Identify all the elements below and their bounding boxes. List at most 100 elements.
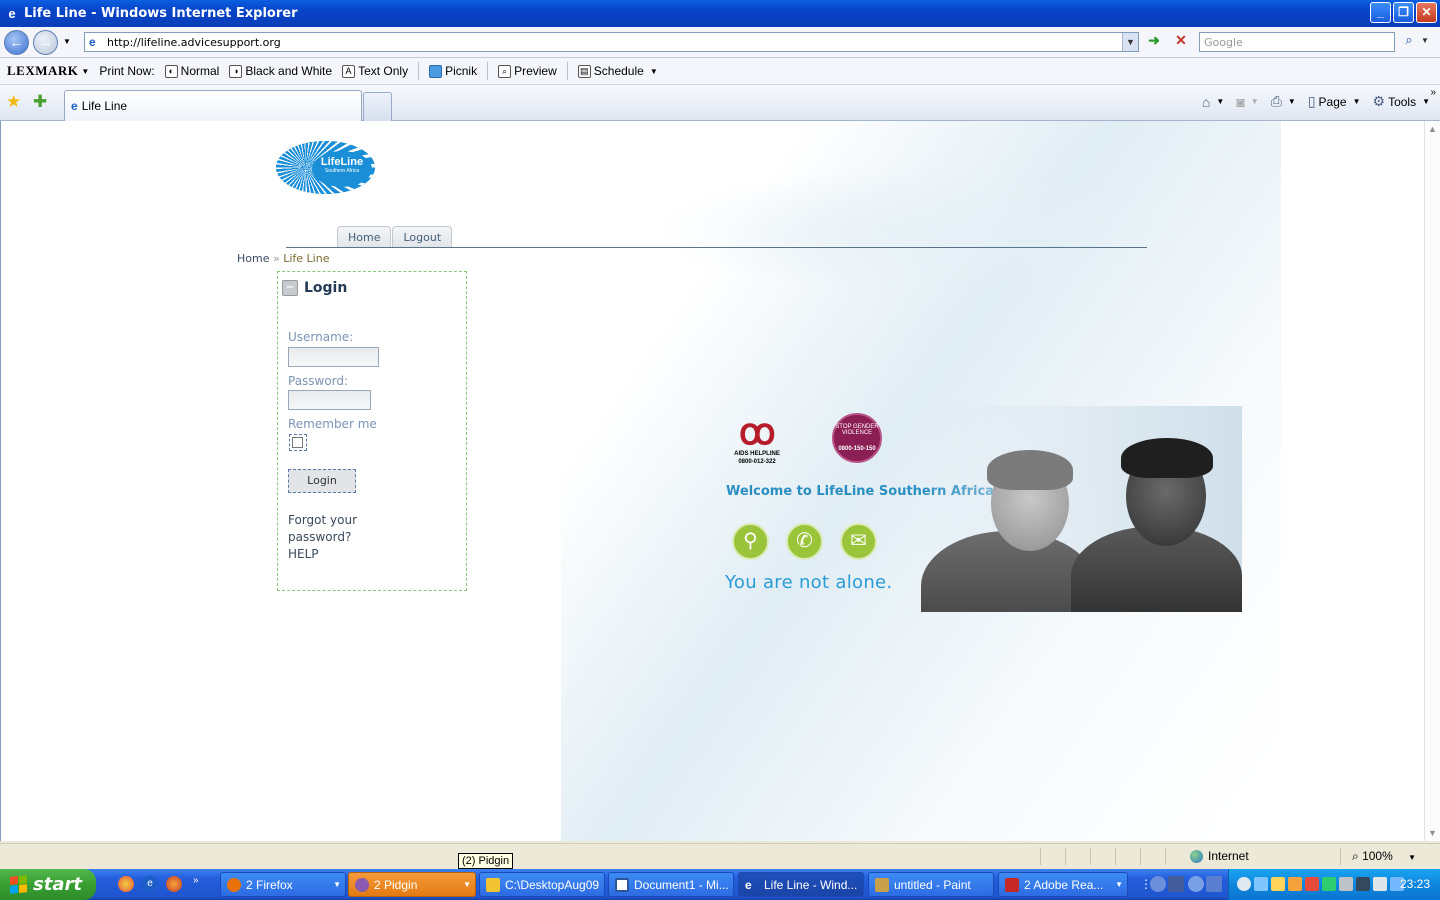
site-nav: Home Logout — [337, 226, 453, 248]
print-normal-button[interactable]: ◐ Normal — [164, 64, 219, 78]
word-icon — [615, 877, 629, 892]
home-button[interactable]: ⌂ ▼ — [1202, 94, 1224, 110]
address-bar[interactable]: e http://lifeline.advicesupport.org ▼ — [84, 32, 1139, 52]
address-url[interactable]: http://lifeline.advicesupport.org — [107, 36, 281, 49]
start-button[interactable]: start — [0, 869, 96, 900]
breadcrumb-home[interactable]: Home — [237, 252, 269, 265]
task-firefox[interactable]: 2 Firefox ▼ — [220, 872, 346, 897]
feeds-button[interactable]: ◙ ▼ — [1236, 94, 1258, 110]
new-tab-button[interactable] — [363, 92, 392, 121]
history-dropdown-icon[interactable]: ▼ — [63, 37, 71, 46]
task-adobe-reader[interactable]: 2 Adobe Rea... ▼ — [998, 872, 1128, 897]
firefox-quicklaunch-icon[interactable] — [166, 876, 182, 892]
address-dropdown-icon[interactable]: ▼ — [1122, 33, 1138, 51]
window-title-bar: e Life Line - Windows Internet Explorer … — [0, 0, 1440, 27]
toolbar-divider — [418, 62, 420, 80]
taskbar-tooltip: (2) Pidgin — [458, 853, 514, 869]
chrome-quicklaunch-icon[interactable] — [118, 876, 134, 892]
password-input[interactable] — [288, 390, 371, 410]
pen-icon[interactable] — [1150, 876, 1166, 892]
login-heading: − Login — [282, 280, 347, 296]
forward-button[interactable]: → — [33, 30, 58, 55]
clock[interactable]: 23:23 — [1400, 877, 1430, 891]
chevron-more-icon[interactable]: » — [1430, 87, 1436, 98]
favorites-star-icon[interactable]: ★ — [6, 92, 21, 112]
add-favorite-icon[interactable]: ✚ — [33, 92, 47, 112]
task-word[interactable]: Document1 - Mi... — [608, 872, 734, 897]
print-now-label: Print Now: — [99, 64, 155, 78]
tray-display-icon[interactable] — [1356, 877, 1370, 891]
draw-icon[interactable] — [1188, 876, 1204, 892]
vertical-scrollbar[interactable]: ▲ ▼ — [1424, 121, 1440, 841]
preview-button[interactable]: ⌕ Preview — [498, 64, 557, 78]
tray-security-icon[interactable] — [1288, 877, 1302, 891]
task-paint[interactable]: untitled - Paint — [868, 872, 994, 897]
print-text-button[interactable]: A Text Only — [342, 64, 408, 78]
tray-network-icon[interactable] — [1254, 877, 1268, 891]
page-content: LifeLine Southern Africa Home Logout Hom… — [0, 121, 1424, 841]
login-button[interactable]: Login — [288, 469, 356, 493]
print-button[interactable]: ⎙ ▼ — [1271, 93, 1296, 110]
schedule-button[interactable]: ▤ Schedule ▼ — [577, 64, 658, 78]
utility-icon[interactable] — [1206, 876, 1222, 892]
picnik-icon — [429, 64, 443, 78]
collapse-icon[interactable]: − — [282, 280, 298, 296]
tray-status-icon[interactable] — [1322, 877, 1336, 891]
page-icon: ▯ — [1307, 93, 1316, 109]
username-label: Username: — [288, 330, 354, 344]
status-bar: Internet ⌕ 100% ▼ — [0, 843, 1440, 869]
close-button[interactable]: ✕ — [1416, 2, 1437, 23]
security-zone[interactable]: Internet — [1190, 849, 1249, 863]
task-internet-explorer[interactable]: e Life Line - Wind... — [738, 872, 864, 897]
home-icon: ⌂ — [1201, 93, 1211, 110]
monitor-icon[interactable] — [1168, 876, 1184, 892]
tray-back-icon[interactable] — [1237, 877, 1251, 891]
ie-tab-icon: e — [71, 99, 78, 113]
back-button[interactable]: ← — [4, 30, 29, 55]
tools-menu[interactable]: ⚙ Tools ▼ — [1373, 93, 1431, 110]
toolbar-divider — [566, 62, 568, 80]
minimize-button[interactable]: _ — [1370, 2, 1391, 23]
remember-checkbox[interactable] — [289, 434, 307, 451]
logo-text: LifeLine — [320, 156, 364, 168]
lexmark-dropdown-icon[interactable]: ▼ — [81, 67, 89, 76]
help-link[interactable]: HELP — [288, 546, 319, 563]
lexmark-logo[interactable]: LEXMARK — [7, 63, 78, 79]
schedule-icon: ▤ — [577, 64, 591, 78]
remember-label: Remember me — [288, 417, 377, 431]
zoom-level[interactable]: ⌕ 100% ▼ — [1352, 849, 1416, 864]
ie-icon: e — [745, 877, 752, 892]
nav-logout[interactable]: Logout — [392, 226, 453, 248]
zoom-icon: ⌕ — [1352, 849, 1359, 863]
search-options-icon[interactable]: ▼ — [1421, 36, 1429, 45]
tray-phone-icon[interactable] — [1373, 877, 1387, 891]
restore-button[interactable]: ❐ — [1393, 2, 1414, 23]
go-button[interactable]: ➜ — [1143, 32, 1165, 52]
picnik-button[interactable]: Picnik — [429, 64, 477, 78]
stop-button[interactable]: ✕ — [1170, 32, 1192, 52]
page-icon: e — [89, 35, 96, 49]
lifeline-logo[interactable]: LifeLine Southern Africa — [276, 141, 375, 194]
phone-icon: ✆ — [786, 523, 823, 560]
print-bw-button[interactable]: ◑ Black and White — [229, 64, 332, 78]
search-input[interactable]: Google — [1199, 32, 1395, 52]
page-menu[interactable]: ▯ Page ▼ — [1308, 93, 1361, 110]
nav-divider — [286, 247, 1147, 248]
task-explorer[interactable]: C:\DesktopAug09 — [479, 872, 605, 897]
scroll-up-icon[interactable]: ▲ — [1428, 124, 1437, 134]
task-pidgin[interactable]: 2 Pidgin ▼ — [348, 872, 476, 897]
search-icon[interactable]: ⌕ — [1398, 32, 1420, 52]
forgot-password-link[interactable]: Forgot your password? — [288, 512, 357, 546]
tab-life-line[interactable]: e Life Line — [64, 90, 362, 121]
quicklaunch-more-icon[interactable]: » — [193, 875, 199, 886]
tray-folder-icon[interactable] — [1271, 877, 1285, 891]
scroll-down-icon[interactable]: ▼ — [1428, 828, 1437, 838]
tray-app-icon[interactable] — [1305, 877, 1319, 891]
ie-quicklaunch-icon[interactable]: e — [142, 876, 158, 892]
welcome-banner: ꝏ AIDS HELPLINE 0800-012-322 STOP GENDER… — [721, 406, 1242, 612]
paint-icon — [875, 877, 889, 892]
nav-home[interactable]: Home — [337, 226, 392, 248]
username-input[interactable] — [288, 347, 379, 367]
tray-battery-icon[interactable] — [1339, 877, 1353, 891]
address-toolbar: ← → ▼ e http://lifeline.advicesupport.or… — [0, 27, 1440, 58]
